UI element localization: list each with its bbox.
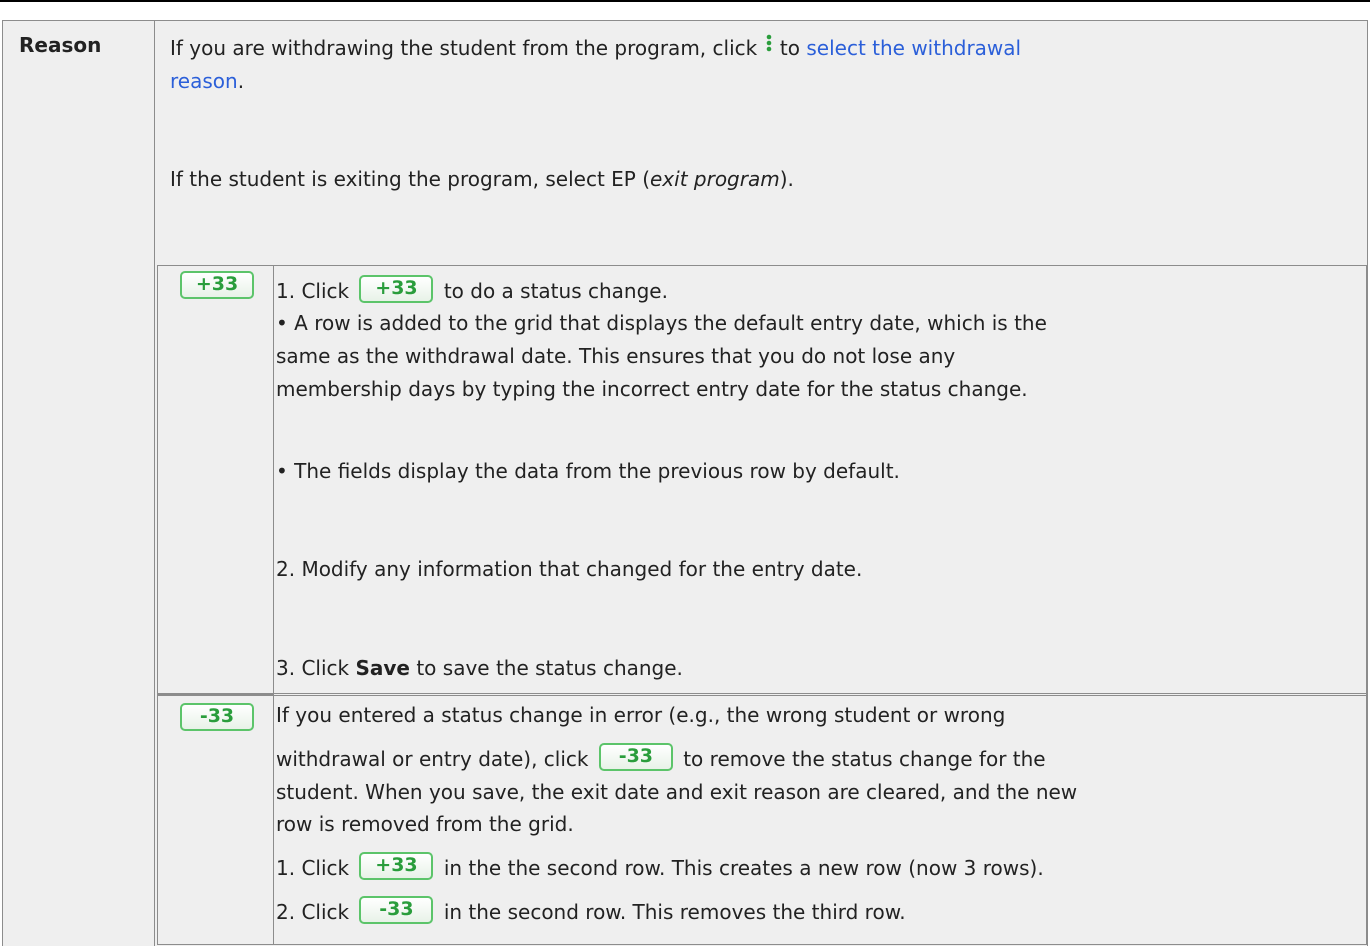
add-status-button-inline[interactable]: +33 bbox=[359, 275, 434, 303]
kebab-menu-icon bbox=[764, 33, 774, 55]
remove-status-button-inline[interactable]: -33 bbox=[598, 743, 673, 771]
intro-line-2: reason. bbox=[170, 69, 245, 93]
add-button-inline-step1[interactable]: +33 bbox=[359, 852, 434, 880]
add-button-cell: +33 bbox=[158, 266, 274, 694]
withdrawal-reason-link[interactable]: select the withdrawal bbox=[806, 36, 1021, 60]
withdrawal-reason-link-cont[interactable]: reason bbox=[170, 69, 238, 93]
button-table: +33 1. Click +33 to do a status change. … bbox=[157, 265, 1367, 945]
intro-line-1: If you are withdrawing the student from … bbox=[170, 33, 1021, 60]
row-divider-2 bbox=[158, 695, 1366, 696]
reason-heading: Reason bbox=[19, 33, 102, 57]
top-rule bbox=[0, 0, 1370, 2]
header-cell: Reason bbox=[3, 21, 155, 946]
exit-program-line: If the student is exiting the program, s… bbox=[170, 167, 794, 191]
description-cell: If you are withdrawing the student from … bbox=[155, 21, 1367, 946]
row-divider bbox=[158, 693, 1366, 694]
remove-button-cell: -33 bbox=[158, 694, 274, 944]
remove-status-button[interactable]: -33 bbox=[180, 703, 254, 731]
add-status-button[interactable]: +33 bbox=[180, 271, 254, 299]
remove-button-inline-step2[interactable]: -33 bbox=[359, 896, 434, 924]
reason-table: Reason If you are withdrawing the studen… bbox=[2, 20, 1368, 946]
